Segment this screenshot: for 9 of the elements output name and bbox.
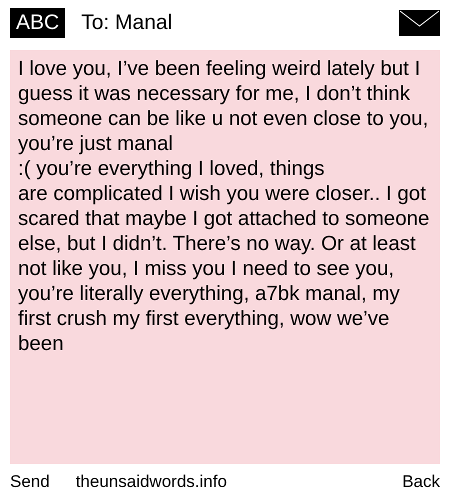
message-text: :( you’re everything I loved, things — [18, 156, 326, 181]
envelope-icon — [399, 10, 440, 36]
send-softkey[interactable]: Send — [10, 472, 50, 492]
message-text: I love you, I’ve been feeling weird lately but I guess it was necessary for me, I don’t think someone can be like u not even close to you, you’re just manal — [18, 56, 430, 156]
recipient-label: To: Manal — [81, 11, 174, 35]
message-text: are complicated I wish you were closer.. I got scared that maybe I got attached to someone else, but I didn’t. There’s no way. Or at least not like you, I miss you I need to see you, you’re literally everything, a7bk manal, my first crush my first everything, wow we’ve been — [18, 181, 430, 356]
site-label: theunsaidwords.info — [76, 472, 228, 492]
input-mode-badge: ABC — [10, 8, 66, 38]
back-softkey[interactable]: Back — [402, 472, 440, 492]
